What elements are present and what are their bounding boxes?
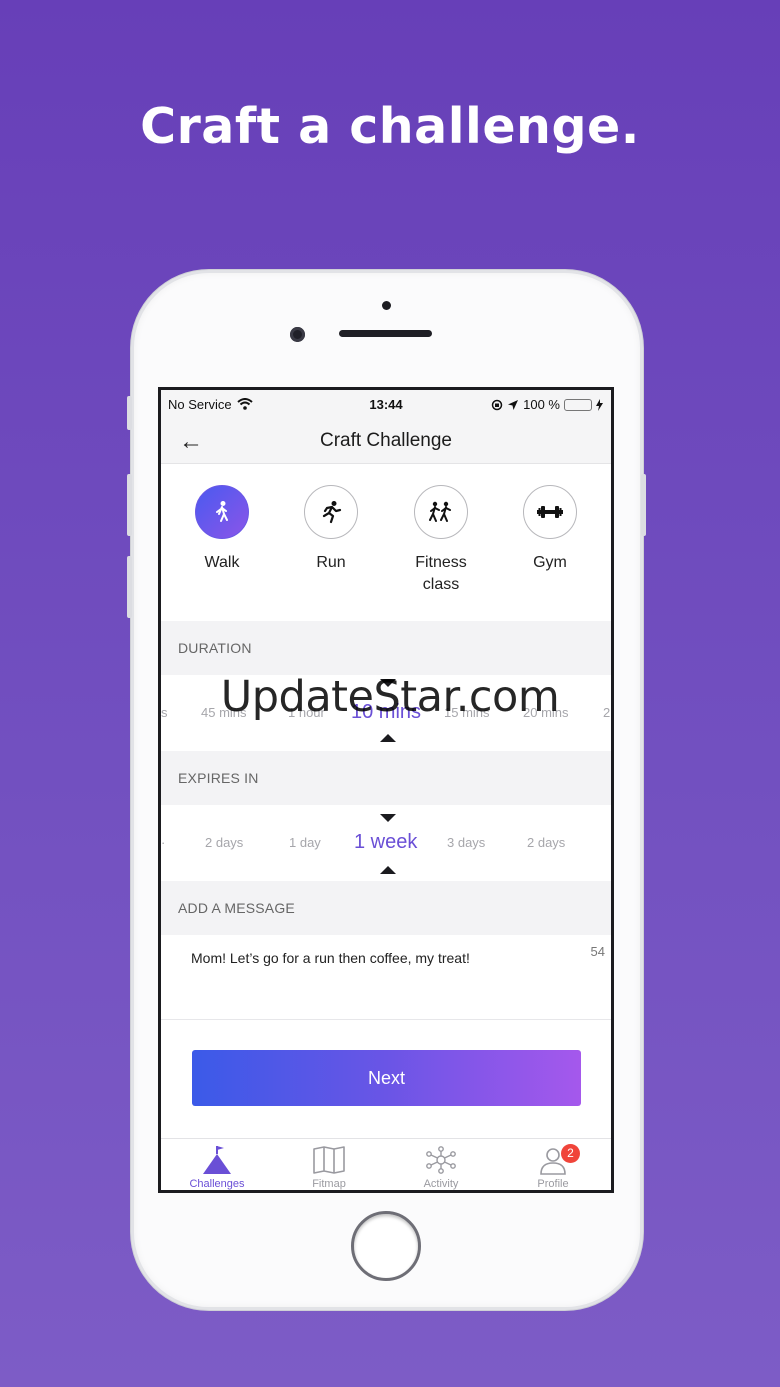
tab-label: Challenges (189, 1178, 245, 1190)
status-right: 100 % (491, 397, 603, 412)
message-field[interactable]: Mom! Let’s go for a run then coffee, my … (161, 935, 611, 1020)
home-button[interactable] (351, 1211, 421, 1281)
activity-selector: Walk Run Fitness class Gym (161, 465, 611, 620)
status-bar: No Service 13:44 100 % (161, 390, 611, 418)
message-text[interactable]: Mom! Let’s go for a run then coffee, my … (191, 950, 470, 966)
headline: Craft a challenge. (140, 98, 640, 155)
location-arrow-icon (508, 399, 519, 410)
volume-up-button (127, 474, 132, 536)
activity-label: Walk (204, 554, 240, 571)
run-icon (304, 485, 358, 539)
watermark: UpdateStar.com (220, 672, 560, 722)
front-camera (290, 327, 305, 342)
notification-badge: 2 (561, 1144, 580, 1163)
tab-label: Profile (537, 1178, 569, 1190)
activity-label: Gym (533, 554, 567, 571)
message-heading: ADD A MESSAGE (161, 881, 611, 935)
activity-fitness-class[interactable]: Fitness class (396, 485, 486, 596)
expires-picker[interactable]: · 2 days 1 day 1 week 3 days 2 days (161, 805, 611, 880)
selector-up-marker (380, 734, 396, 742)
network-icon (426, 1146, 456, 1174)
volume-down-button (127, 556, 132, 618)
expires-selected[interactable]: 1 week (354, 831, 417, 854)
proximity-sensor (382, 301, 391, 310)
battery-icon (564, 398, 592, 411)
activity-gym[interactable]: Gym (505, 485, 595, 574)
mountain-flag-icon (203, 1146, 231, 1174)
activity-label: Fitness class (415, 554, 467, 593)
expires-option[interactable]: 3 days (447, 835, 485, 850)
fitness-class-icon (414, 485, 468, 539)
expires-option[interactable]: 2 days (527, 835, 565, 850)
expires-option[interactable]: 2 days (205, 835, 243, 850)
duration-heading: DURATION (161, 621, 611, 675)
earpiece-speaker (339, 330, 432, 337)
character-count: 54 (590, 944, 605, 959)
edge-fragment: · (161, 835, 166, 850)
expires-heading: EXPIRES IN (161, 751, 611, 805)
dumbbell-icon (523, 485, 577, 539)
app-screen: No Service 13:44 100 % ← Craft Challenge… (158, 387, 614, 1193)
activity-label: Run (316, 554, 346, 571)
tab-fitmap[interactable]: Fitmap (273, 1142, 385, 1190)
selector-down-marker (380, 814, 396, 822)
activity-run[interactable]: Run (286, 485, 376, 574)
nav-bar: ← Craft Challenge (161, 418, 611, 464)
map-icon (313, 1146, 345, 1174)
expires-option[interactable]: 1 day (289, 835, 321, 850)
tab-label: Activity (423, 1178, 459, 1190)
tab-bar: Challenges Fitmap Activity 2 Profile (161, 1138, 611, 1190)
activity-walk[interactable]: Walk (177, 485, 267, 574)
tab-label: Fitmap (312, 1178, 346, 1190)
power-button (641, 474, 646, 536)
battery-percent: 100 % (523, 397, 560, 412)
next-button[interactable]: Next (192, 1050, 581, 1106)
page-title: Craft Challenge (319, 430, 453, 451)
tab-profile[interactable]: 2 Profile (497, 1142, 609, 1190)
tab-activity[interactable]: Activity (385, 1142, 497, 1190)
orientation-lock-icon (491, 399, 503, 410)
charging-bolt-icon (596, 398, 603, 411)
walk-icon (195, 485, 249, 539)
selector-up-marker (380, 866, 396, 874)
tab-challenges[interactable]: Challenges (161, 1142, 273, 1190)
mute-switch (127, 396, 132, 430)
